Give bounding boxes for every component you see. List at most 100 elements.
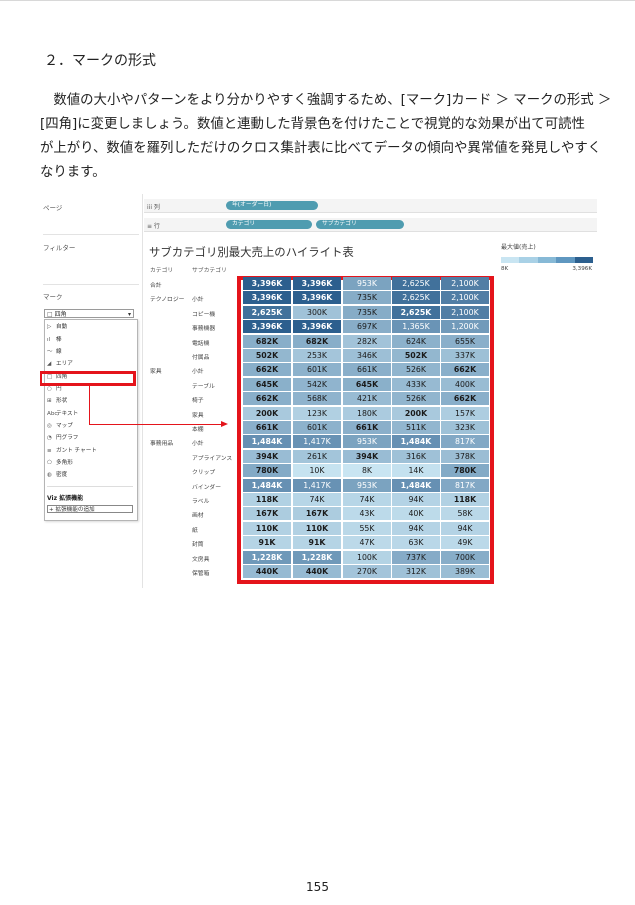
- table-cell: 645K: [343, 377, 391, 391]
- row-subcategory-label: 付属品: [192, 355, 210, 361]
- menu-item-pie[interactable]: ◔ 円グラフ: [47, 433, 78, 441]
- table-cell: 526K: [392, 392, 440, 406]
- table-cell: 735K: [343, 291, 391, 305]
- viz-title: サブカテゴリ別最大売上のハイライト表: [149, 245, 354, 259]
- table-cell: 737K: [392, 550, 440, 564]
- table-cell: 511K: [392, 421, 440, 434]
- table-cell: 817K: [441, 435, 489, 449]
- table-cell: 662K: [441, 363, 489, 377]
- table-cell: 394K: [343, 449, 391, 463]
- table-cell: 953K: [343, 478, 391, 492]
- table-cell: 346K: [343, 349, 391, 362]
- menu-item-text[interactable]: Abcテキスト: [47, 409, 78, 417]
- row-pill[interactable]: カテゴリ: [226, 220, 312, 229]
- table-cell: 91K: [293, 536, 341, 550]
- table-cell: 421K: [343, 392, 391, 406]
- table-cell: 1,365K: [392, 320, 440, 334]
- mark-type-menu: ▷ 自動 ıl 棒 〜線 ◢ エリア □ 四角 ○ 円 ⊞ 形状 Abcテキスト ◎ マップ …: [44, 319, 138, 521]
- table-cell: 661K: [343, 363, 391, 377]
- mark-type-dropdown[interactable]: □ 四角 ▾: [44, 309, 134, 318]
- pages-label: ページ: [43, 204, 63, 212]
- line-icon: 〜: [47, 349, 53, 355]
- table-cell: 8K: [343, 464, 391, 478]
- table-cell: 568K: [293, 392, 341, 406]
- table-cell: 2,100K: [441, 277, 489, 290]
- page-number: 155: [306, 880, 329, 894]
- row-subcategory-label: 小計: [192, 297, 204, 304]
- menu-item-polygon[interactable]: ⬠ 多角形: [47, 458, 73, 466]
- menu-item-bar[interactable]: ıl 棒: [47, 335, 62, 343]
- table-cell: 3,396K: [243, 291, 291, 305]
- polygon-icon: ⬠: [47, 460, 52, 466]
- row-pill[interactable]: サブカテゴリ: [316, 220, 404, 229]
- shape-icon: ⊞: [47, 398, 52, 404]
- menu-item-auto[interactable]: ▷ 自動: [47, 322, 67, 330]
- table-cell: 123K: [293, 406, 341, 420]
- rows-shelf-label: ≡ 行: [147, 223, 160, 230]
- table-cell: 624K: [392, 334, 440, 348]
- row-subcategory-label: 本棚: [192, 427, 204, 433]
- table-cell: 10K: [293, 464, 341, 478]
- area-icon: ◢: [47, 361, 52, 367]
- table-cell: 601K: [293, 421, 341, 434]
- table-cell: 394K: [243, 449, 291, 463]
- circle-icon: ○: [47, 386, 52, 392]
- table-cell: 282K: [343, 334, 391, 348]
- table-cell: 94K: [441, 521, 489, 535]
- table-cell: 167K: [243, 507, 291, 521]
- menu-item-gantt[interactable]: ≡ ガント チャート: [47, 446, 97, 454]
- table-cell: 167K: [293, 507, 341, 521]
- menu-item-density[interactable]: ◍ 密度: [47, 470, 67, 478]
- table-cell: 316K: [392, 449, 440, 463]
- add-extension-button[interactable]: + 拡張機能の追加: [47, 505, 133, 513]
- table-cell: 662K: [243, 363, 291, 377]
- table-cell: 74K: [293, 493, 341, 506]
- menu-item-shape[interactable]: ⊞ 形状: [47, 396, 67, 404]
- paragraph-line: が上がり、数値を羅列しただけのクロス集計表に比べてデータの傾向や異常値を発見しや…: [40, 141, 602, 156]
- density-icon: ◍: [47, 472, 52, 478]
- table-cell: 1,484K: [243, 435, 291, 449]
- table-cell: 157K: [441, 406, 489, 420]
- table-cell: 1,228K: [293, 550, 341, 564]
- map-icon: ◎: [47, 423, 52, 429]
- section-title: ２．マークの形式: [44, 53, 156, 69]
- table-cell: 662K: [243, 392, 291, 406]
- table-cell: 697K: [343, 320, 391, 334]
- row-subcategory-label: 家具: [192, 412, 204, 419]
- table-cell: 389K: [441, 565, 489, 578]
- table-cell: 270K: [343, 565, 391, 578]
- table-cell: 3,396K: [243, 320, 291, 334]
- table-cell: 40K: [392, 507, 440, 521]
- row-subcategory-label: バインダー: [192, 484, 221, 491]
- table-cell: 502K: [243, 349, 291, 362]
- row-subcategory-label: コピー機: [192, 311, 216, 318]
- table-cell: 526K: [392, 363, 440, 377]
- table-cell: 14K: [392, 464, 440, 478]
- divider: [43, 234, 139, 235]
- arrow-head-icon: [221, 421, 228, 427]
- table-cell: 110K: [243, 521, 291, 535]
- row-subcategory-label: 紙: [192, 527, 198, 534]
- row-subcategory-label: 封筒: [192, 542, 204, 549]
- chevron-down-icon: ▾: [127, 311, 131, 318]
- column-pill[interactable]: 年(オーダー日): [226, 201, 318, 210]
- menu-item-area[interactable]: ◢ エリア: [47, 359, 73, 367]
- row-subcategory-label: 事務機器: [192, 326, 216, 333]
- row-category-label: 家具: [150, 369, 162, 376]
- header-subcategory: サブカテゴリ: [192, 268, 227, 274]
- menu-item-map[interactable]: ◎ マップ: [47, 421, 73, 429]
- highlight-box-square: [40, 371, 136, 386]
- row-subcategory-label: 小計: [192, 369, 204, 376]
- table-cell: 91K: [243, 536, 291, 550]
- table-cell: 601K: [293, 363, 341, 377]
- table-cell: 74K: [343, 493, 391, 506]
- top-rule: [0, 0, 635, 1]
- columns-shelf: iii 列 年(オーダー日): [144, 199, 597, 213]
- table-cell: 1,417K: [293, 478, 341, 492]
- table-cell: 817K: [441, 478, 489, 492]
- table-cell: 1,484K: [392, 478, 440, 492]
- paragraph-line: 数値の大小やパターンをより分かりやすく強調するため、[マーク]カード ＞ マーク…: [40, 93, 612, 108]
- table-cell: 645K: [243, 377, 291, 391]
- paragraph-line: なります。: [40, 165, 106, 180]
- menu-item-line[interactable]: 〜線: [47, 347, 62, 355]
